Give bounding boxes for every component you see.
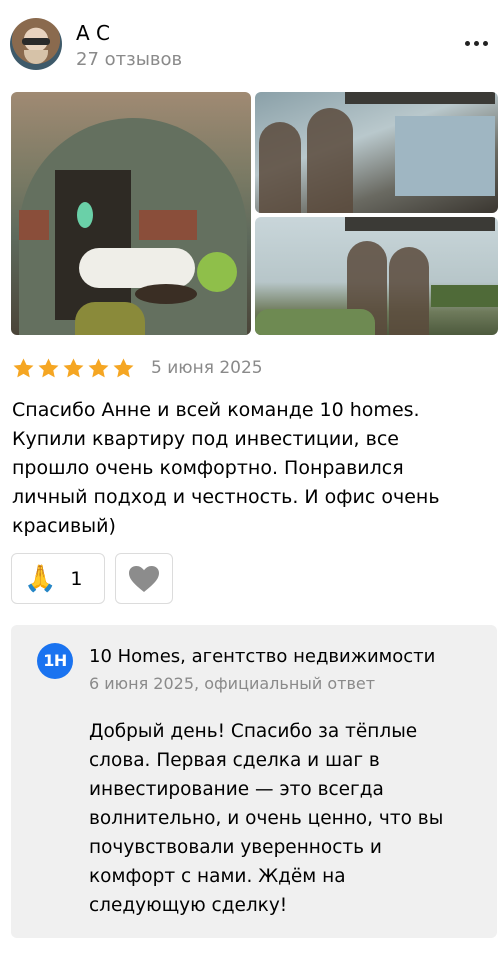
reactions-bar: 🙏 1 bbox=[11, 553, 173, 604]
star-icon bbox=[38, 357, 59, 377]
star-icon bbox=[88, 357, 109, 377]
star-icon bbox=[13, 357, 34, 377]
org-logo[interactable]: 1H bbox=[37, 643, 73, 679]
review-date: 5 июня 2025 bbox=[151, 358, 263, 378]
thanks-count: 1 bbox=[70, 567, 83, 590]
star-icon bbox=[113, 357, 134, 377]
review-photo-building-facade[interactable] bbox=[255, 92, 498, 213]
thanks-reaction-button[interactable]: 🙏 1 bbox=[11, 553, 105, 604]
like-button[interactable] bbox=[115, 553, 173, 604]
author-reviews-count: 27 отзывов bbox=[76, 49, 183, 70]
heart-icon bbox=[129, 565, 159, 592]
photo-gallery bbox=[11, 92, 498, 335]
review-header: А С 27 отзывов bbox=[10, 18, 494, 72]
org-name[interactable]: 10 Homes, агентство недвижимости bbox=[89, 645, 435, 669]
more-dots-icon bbox=[473, 40, 479, 46]
review-photo-building-terrace[interactable] bbox=[255, 217, 498, 335]
more-dots-icon bbox=[464, 40, 470, 46]
star-icon bbox=[63, 357, 84, 377]
praying-hands-icon: 🙏 bbox=[24, 563, 57, 594]
official-reply: 1H 10 Homes, агентство недвижимости 6 ию… bbox=[11, 625, 497, 938]
star-rating bbox=[12, 357, 135, 380]
author-name[interactable]: А С bbox=[76, 20, 110, 46]
avatar-beard bbox=[24, 50, 48, 64]
review-text: Спасибо Анне и всей команде 10 homes. Ку… bbox=[12, 399, 440, 537]
reply-meta: 6 июня 2025, официальный ответ bbox=[89, 674, 376, 693]
more-dots-icon bbox=[482, 40, 488, 46]
review-card: А С 27 отзывов 5 июня 2025 Спасибо Анне … bbox=[0, 0, 504, 960]
author-avatar[interactable] bbox=[10, 18, 62, 70]
more-options-button[interactable] bbox=[458, 32, 494, 54]
reply-text: Добрый день! Спасибо за тёплые слова. Пе… bbox=[89, 721, 444, 916]
rating-row: 5 июня 2025 bbox=[12, 354, 263, 382]
avatar-sunglasses bbox=[22, 38, 50, 45]
review-photo-office-interior[interactable] bbox=[11, 92, 251, 335]
